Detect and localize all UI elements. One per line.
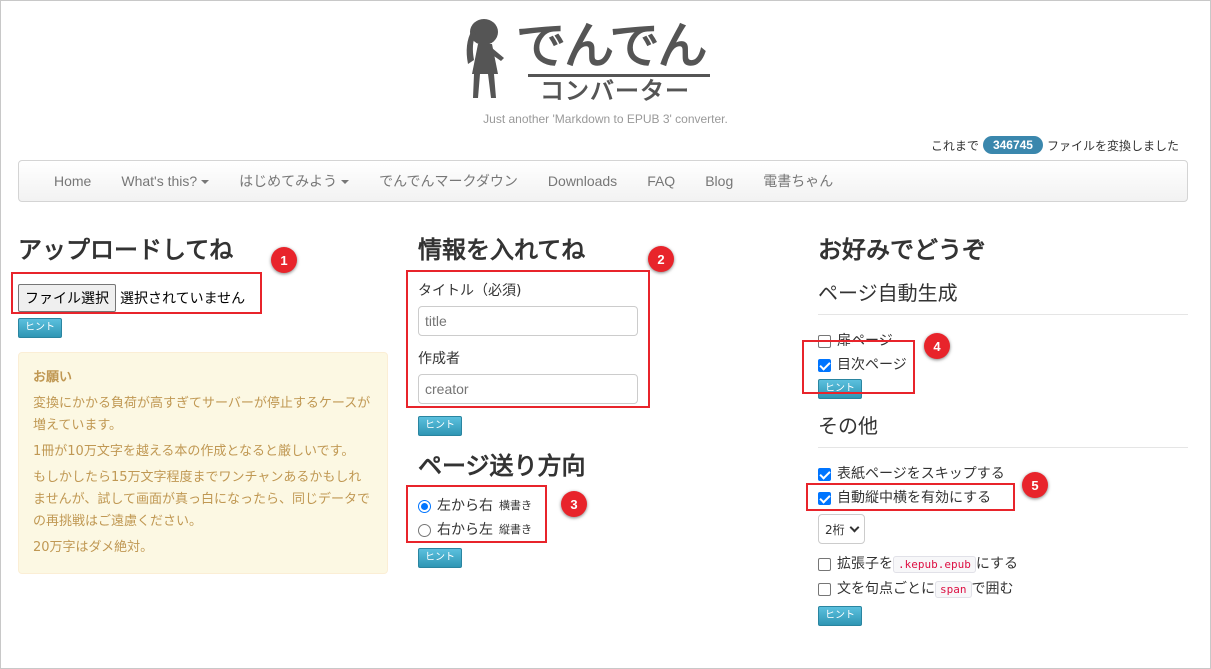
nav-getting-started-label: はじめてみよう bbox=[239, 173, 338, 189]
kepub-option[interactable]: 拡張子を .kepub.epub にする bbox=[818, 552, 1188, 577]
alert-line: 20万字はダメ絶対。 bbox=[33, 540, 154, 555]
annotation-box-5 bbox=[806, 483, 1015, 511]
annotation-marker-3: 3 bbox=[561, 491, 587, 517]
nav-densho-chan[interactable]: 電書ちゃん bbox=[748, 161, 848, 201]
tagline: Just another 'Markdown to EPUB 3' conver… bbox=[483, 112, 728, 126]
logo-main-text: でんでん bbox=[516, 17, 707, 75]
annotation-box-1 bbox=[11, 272, 262, 314]
upload-hint-button[interactable]: ヒント bbox=[18, 318, 62, 338]
alert-line: 変換にかかる負荷が高すぎてサーバーが停止するケースが増えています。 bbox=[33, 396, 371, 433]
counter-prefix: これまで bbox=[930, 138, 979, 153]
nav-denden-markdown[interactable]: でんでんマークダウン bbox=[364, 161, 533, 201]
notice-alert: お願い 変換にかかる負荷が高すぎてサーバーが停止するケースが増えています。 1冊… bbox=[18, 352, 388, 574]
annotation-box-3 bbox=[406, 485, 547, 543]
autogen-title: ページ自動生成 bbox=[818, 281, 958, 305]
annotation-box-4 bbox=[802, 340, 915, 394]
nav-home[interactable]: Home bbox=[39, 161, 106, 201]
tcy-select-value: 2桁 bbox=[825, 522, 845, 537]
logo-sub-text: コンバーター bbox=[540, 77, 690, 105]
chevron-down-icon bbox=[849, 522, 860, 532]
alert-line: 1冊が10万文字を越える本の作成となると厳しいです。 bbox=[33, 444, 355, 459]
nav-whats-this-label: What's this? bbox=[121, 173, 198, 189]
span-checkbox[interactable] bbox=[818, 583, 831, 596]
nav-blog[interactable]: Blog bbox=[690, 161, 748, 201]
direction-hint-button[interactable]: ヒント bbox=[418, 548, 462, 568]
direction-title: ページ送り方向 bbox=[418, 452, 586, 480]
counter-badge: 346745 bbox=[982, 136, 1043, 154]
nav-faq[interactable]: FAQ bbox=[632, 161, 690, 201]
info-hint-button[interactable]: ヒント bbox=[418, 416, 462, 436]
main-navbar: Home What's this? はじめてみよう でんでんマークダウン Dow… bbox=[18, 160, 1188, 202]
span-label-post: で囲む bbox=[971, 581, 1014, 597]
other-hint-button[interactable]: ヒント bbox=[818, 606, 862, 626]
preferences-section: お好みでどうぞ ページ自動生成 扉ページ 目次ページ ヒント その他 表紙ページ… bbox=[818, 230, 1188, 626]
tcy-select-wrap: 2桁 bbox=[818, 514, 1188, 544]
skip-cover-checkbox[interactable] bbox=[818, 467, 831, 481]
divider bbox=[818, 314, 1188, 315]
other-title: その他 bbox=[818, 414, 878, 438]
nav-whats-this[interactable]: What's this? bbox=[106, 161, 224, 201]
divider bbox=[818, 447, 1188, 448]
annotation-marker-5: 5 bbox=[1022, 472, 1048, 498]
nav-getting-started[interactable]: はじめてみよう bbox=[224, 161, 364, 201]
kepub-label-post: にする bbox=[975, 556, 1018, 572]
upload-title: アップロードしてね bbox=[18, 236, 234, 264]
kepub-code: .kepub.epub bbox=[893, 556, 976, 573]
span-label-pre: 文を句点ごとに bbox=[837, 581, 935, 597]
nav-downloads[interactable]: Downloads bbox=[533, 161, 632, 201]
span-code: span bbox=[935, 581, 972, 598]
annotation-box-2 bbox=[406, 270, 650, 408]
caret-down-icon bbox=[201, 180, 210, 185]
prefs-title: お好みでどうぞ bbox=[818, 236, 986, 264]
alert-title: お願い bbox=[33, 370, 73, 385]
alert-line: もしかしたら15万文字程度までワンチャンあるかもしれませんが、試して画面が真っ白… bbox=[33, 470, 370, 529]
span-option[interactable]: 文を句点ごとに span で囲む bbox=[818, 577, 1188, 602]
kepub-label-pre: 拡張子を bbox=[837, 556, 893, 572]
tcy-digits-select[interactable]: 2桁 bbox=[818, 514, 865, 544]
info-title: 情報を入れてね bbox=[418, 236, 586, 264]
annotation-marker-1: 1 bbox=[271, 247, 297, 273]
counter-suffix: ファイルを変換しました bbox=[1046, 138, 1179, 153]
site-logo[interactable]: でんでん コンバーター bbox=[458, 14, 720, 105]
annotation-marker-4: 4 bbox=[924, 333, 950, 359]
conversion-counter: これまで 346745 ファイルを変換しました bbox=[931, 136, 1179, 154]
denden-chan-icon bbox=[466, 19, 504, 98]
annotation-marker-2: 2 bbox=[648, 246, 674, 272]
kepub-checkbox[interactable] bbox=[818, 558, 831, 571]
caret-down-icon bbox=[341, 180, 350, 185]
